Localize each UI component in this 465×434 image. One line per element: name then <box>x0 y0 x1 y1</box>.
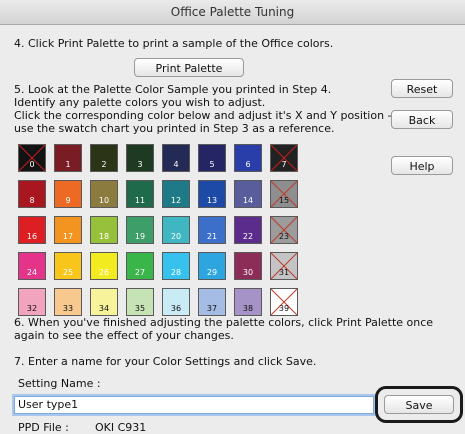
step7-text: 7. Enter a name for your Color Settings … <box>14 355 317 368</box>
ppd-file-label: PPD File : <box>18 421 69 434</box>
palette-swatch-17[interactable]: 17 <box>54 216 82 244</box>
palette-swatch-34[interactable]: 34 <box>90 288 118 316</box>
palette-swatch-28[interactable]: 28 <box>162 252 190 280</box>
palette-swatch-number: 36 <box>170 304 182 313</box>
palette-swatch-number: 5 <box>209 160 215 169</box>
palette-swatch-14[interactable]: 14 <box>234 180 262 208</box>
palette-swatch-12[interactable]: 12 <box>162 180 190 208</box>
palette-swatch-number: 35 <box>134 304 146 313</box>
palette-swatch-4[interactable]: 4 <box>162 144 190 172</box>
palette-swatch-number: 31 <box>278 268 290 277</box>
palette-swatch-31[interactable]: 31 <box>270 252 298 280</box>
palette-swatch-11[interactable]: 11 <box>126 180 154 208</box>
palette-swatch-18[interactable]: 18 <box>90 216 118 244</box>
palette-swatch-26[interactable]: 26 <box>90 252 118 280</box>
palette-swatch-1[interactable]: 1 <box>54 144 82 172</box>
palette-swatch-13[interactable]: 13 <box>198 180 226 208</box>
palette-swatch-3[interactable]: 3 <box>126 144 154 172</box>
palette-swatch-32[interactable]: 32 <box>18 288 46 316</box>
palette-swatch-5[interactable]: 5 <box>198 144 226 172</box>
palette-swatch-number: 8 <box>29 196 35 205</box>
palette-swatch-7[interactable]: 7 <box>270 144 298 172</box>
print-palette-button[interactable]: Print Palette <box>134 58 244 77</box>
palette-swatch-number: 22 <box>242 232 254 241</box>
palette-swatch-number: 20 <box>170 232 182 241</box>
palette-swatch-21[interactable]: 21 <box>198 216 226 244</box>
palette-swatch-number: 25 <box>62 268 74 277</box>
palette-swatch-number: 3 <box>137 160 143 169</box>
palette-swatch-number: 27 <box>134 268 146 277</box>
palette-swatch-number: 13 <box>206 196 218 205</box>
palette-swatch-36[interactable]: 36 <box>162 288 190 316</box>
step4-text: 4. Click Print Palette to print a sample… <box>14 37 334 50</box>
palette-swatch-number: 18 <box>98 232 110 241</box>
step5-line-1: 5. Look at the Palette Color Sample you … <box>14 83 332 96</box>
palette-swatch-number: 10 <box>98 196 110 205</box>
palette-swatch-number: 37 <box>206 304 218 313</box>
palette-swatch-number: 33 <box>62 304 74 313</box>
step5-line-4: use the swatch chart you printed in Step… <box>14 122 335 135</box>
palette-swatch-number: 17 <box>62 232 74 241</box>
palette-swatch-38[interactable]: 38 <box>234 288 262 316</box>
palette-swatch-27[interactable]: 27 <box>126 252 154 280</box>
palette-swatch-9[interactable]: 9 <box>54 180 82 208</box>
palette-swatch-16[interactable]: 16 <box>18 216 46 244</box>
palette-swatch-25[interactable]: 25 <box>54 252 82 280</box>
setting-name-label: Setting Name : <box>18 377 101 390</box>
palette-swatch-0[interactable]: 0 <box>18 144 46 172</box>
palette-swatch-number: 6 <box>245 160 251 169</box>
palette-swatch-35[interactable]: 35 <box>126 288 154 316</box>
palette-swatch-number: 38 <box>242 304 254 313</box>
palette-swatch-number: 2 <box>101 160 107 169</box>
palette-swatch-22[interactable]: 22 <box>234 216 262 244</box>
palette-swatch-8[interactable]: 8 <box>18 180 46 208</box>
setting-name-input[interactable]: User type1 <box>14 396 374 414</box>
palette-swatch-number: 15 <box>278 196 290 205</box>
help-button[interactable]: Help <box>391 156 453 175</box>
palette-swatch-number: 9 <box>65 196 71 205</box>
palette-swatch-number: 34 <box>98 304 110 313</box>
palette-swatch-23[interactable]: 23 <box>270 216 298 244</box>
window-title: Office Palette Tuning <box>0 0 465 25</box>
palette-swatch-number: 30 <box>242 268 254 277</box>
palette-swatch-19[interactable]: 19 <box>126 216 154 244</box>
palette-swatch-number: 19 <box>134 232 146 241</box>
palette-swatch-29[interactable]: 29 <box>198 252 226 280</box>
reset-button[interactable]: Reset <box>391 79 453 98</box>
step5-line-3: Click the corresponding color below and … <box>14 109 392 122</box>
palette-swatch-37[interactable]: 37 <box>198 288 226 316</box>
palette-swatch-number: 16 <box>26 232 38 241</box>
palette-swatch-number: 14 <box>242 196 254 205</box>
ppd-file-value: OKI C931 <box>95 421 147 434</box>
palette-swatch-number: 12 <box>170 196 182 205</box>
palette-swatch-30[interactable]: 30 <box>234 252 262 280</box>
palette-swatch-number: 28 <box>170 268 182 277</box>
palette-swatch-number: 39 <box>278 304 290 313</box>
palette-swatch-24[interactable]: 24 <box>18 252 46 280</box>
palette-swatch-20[interactable]: 20 <box>162 216 190 244</box>
save-button[interactable]: Save <box>384 395 454 414</box>
palette-swatch-number: 4 <box>173 160 179 169</box>
palette-swatch-33[interactable]: 33 <box>54 288 82 316</box>
palette-swatch-number: 29 <box>206 268 218 277</box>
back-button[interactable]: Back <box>391 110 453 129</box>
palette-swatch-number: 11 <box>134 196 146 205</box>
palette-swatch-number: 23 <box>278 232 290 241</box>
palette-swatch-number: 0 <box>29 160 35 169</box>
palette-swatch-number: 1 <box>65 160 71 169</box>
palette-swatch-2[interactable]: 2 <box>90 144 118 172</box>
palette-swatch-number: 21 <box>206 232 218 241</box>
step6-line-1: 6. When you've finished adjusting the pa… <box>14 316 434 329</box>
step6-line-2: again to see the effect of your changes. <box>14 329 234 342</box>
palette-swatch-number: 7 <box>281 160 287 169</box>
palette-swatch-number: 32 <box>26 304 38 313</box>
palette-swatch-6[interactable]: 6 <box>234 144 262 172</box>
palette-swatch-10[interactable]: 10 <box>90 180 118 208</box>
palette-swatch-39[interactable]: 39 <box>270 288 298 316</box>
palette-swatch-number: 24 <box>26 268 38 277</box>
palette-swatch-15[interactable]: 15 <box>270 180 298 208</box>
palette-swatch-number: 26 <box>98 268 110 277</box>
step5-line-2: Identify any palette colors you wish to … <box>14 96 266 109</box>
